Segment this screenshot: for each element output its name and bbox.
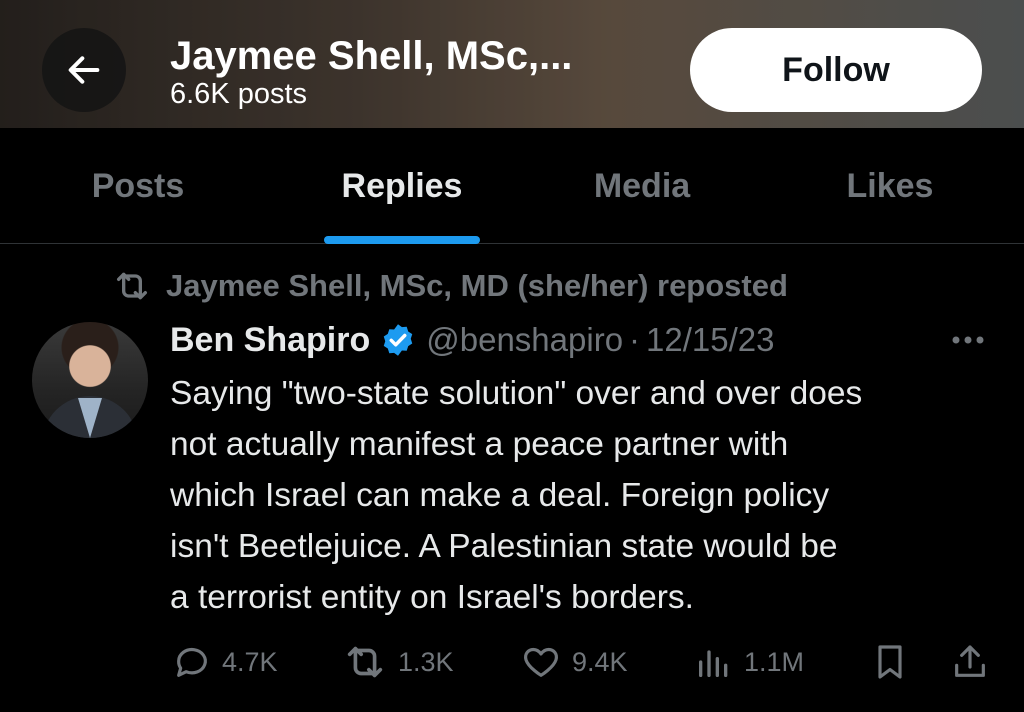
- bookmark-icon: [878, 645, 902, 679]
- tweet-text: Saying "two-state solution" over and ove…: [170, 368, 1000, 623]
- arrow-left-icon: [68, 56, 100, 84]
- views-button[interactable]: 1.1M: [694, 636, 804, 688]
- repost-count: 1.3K: [398, 646, 454, 677]
- tab-likes[interactable]: Likes: [768, 128, 1012, 244]
- back-button[interactable]: [42, 28, 126, 112]
- tweet-text-line: Saying "two-state solution" over and ove…: [170, 375, 863, 412]
- reply-icon: [177, 647, 207, 677]
- repost-button[interactable]: 1.3K: [342, 636, 454, 688]
- post-count: 6.6K posts: [170, 78, 308, 110]
- post-date[interactable]: 12/15/23: [646, 321, 774, 359]
- bookmark-button[interactable]: [870, 636, 910, 688]
- more-options-button[interactable]: [944, 322, 992, 358]
- like-button[interactable]: 9.4K: [520, 636, 628, 688]
- tab-replies[interactable]: Replies: [280, 128, 524, 244]
- separator: ·: [629, 321, 641, 358]
- verified-badge-icon: [380, 322, 416, 358]
- follow-button[interactable]: Follow: [690, 28, 982, 112]
- author-name[interactable]: Ben Shapiro: [170, 321, 370, 360]
- tweet-text-line: which Israel can make a deal. Foreign po…: [170, 477, 830, 514]
- repost-context[interactable]: Jaymee Shell, MSc, MD (she/her) reposted: [112, 266, 788, 306]
- repost-icon: [117, 272, 147, 300]
- tweet-actions: 4.7K 1.3K 9.4K 1.1M: [170, 636, 1000, 688]
- repost-label: Jaymee Shell, MSc, MD (she/her) reposted: [166, 268, 788, 303]
- avatar[interactable]: [32, 322, 148, 438]
- like-count: 9.4K: [572, 646, 628, 677]
- repost-icon: [347, 646, 383, 678]
- profile-name: Jaymee Shell, MSc,...: [170, 34, 573, 78]
- tweet-header: Ben Shapiro @benshapiro · 12/15/23: [170, 318, 775, 362]
- tweet-text-line: a terrorist entity on Israel's borders.: [170, 579, 694, 616]
- author-handle[interactable]: @benshapiro: [426, 321, 623, 359]
- heart-icon: [524, 647, 558, 677]
- tab-posts[interactable]: Posts: [16, 128, 260, 244]
- profile-header: Jaymee Shell, MSc,... 6.6K posts Follow: [0, 0, 1024, 128]
- tweet-text-line: not actually manifest a peace partner wi…: [170, 426, 789, 463]
- more-horizontal-icon: [952, 336, 984, 344]
- tweet-text-line: isn't Beetlejuice. A Palestinian state w…: [170, 528, 838, 565]
- tab-media[interactable]: Media: [520, 128, 764, 244]
- share-icon: [955, 645, 985, 677]
- active-tab-indicator: [324, 236, 480, 244]
- share-button[interactable]: [950, 636, 990, 688]
- reply-button[interactable]: 4.7K: [172, 636, 278, 688]
- view-count: 1.1M: [744, 646, 805, 677]
- analytics-icon: [699, 650, 728, 677]
- reply-count: 4.7K: [222, 646, 278, 677]
- profile-tabs: Posts Replies Media Likes: [0, 128, 1024, 244]
